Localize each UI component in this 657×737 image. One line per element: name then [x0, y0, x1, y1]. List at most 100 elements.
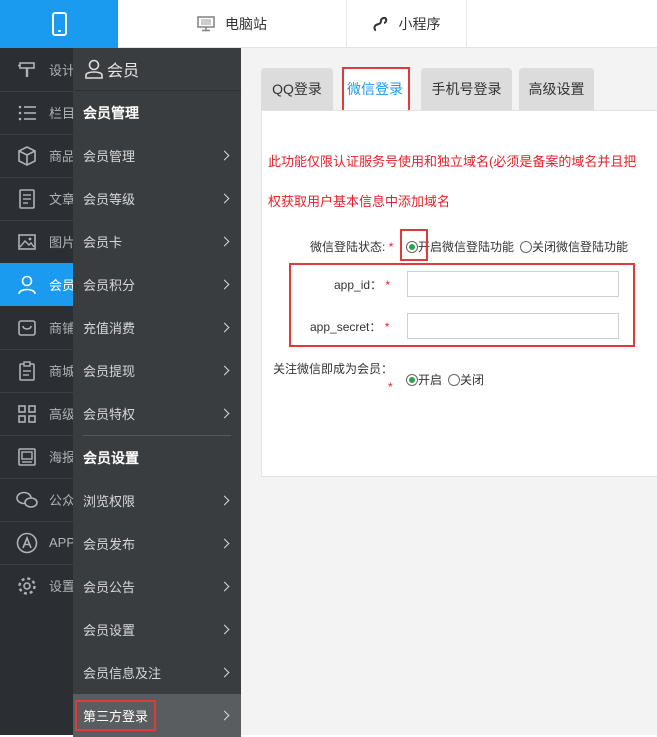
user-icon [16, 274, 38, 296]
rail-item-advanced[interactable]: 高级 [0, 392, 73, 435]
rail-item-shop[interactable]: 商铺 [0, 306, 73, 349]
rail-item-app[interactable]: APP [0, 521, 73, 564]
rail-item-article[interactable]: 文章 [0, 177, 73, 220]
mini-program-icon [373, 16, 387, 31]
chevron-right-icon [219, 150, 230, 161]
menu-title: 会员 [107, 63, 140, 80]
menu-item-recharge[interactable]: 充值消费 [73, 306, 241, 349]
rail-item-member[interactable]: 会员 [0, 263, 73, 306]
rail-label: 高级 [49, 407, 73, 422]
app-secret-label: app_secret： * [310, 320, 390, 334]
content-area: QQ登录 微信登录 手机号登录 高级设置 此功能仅限认证服务号使用和独立域名(必… [241, 48, 657, 735]
menu-item-member-info[interactable]: 会员信息及注 [73, 651, 241, 694]
chevron-right-icon [219, 279, 230, 290]
menu-group-member-settings: 会员设置 [83, 449, 139, 466]
follow-on-option[interactable]: 开启 [406, 371, 442, 388]
rail-label: 文章 [49, 192, 73, 207]
wechat-icon [16, 489, 38, 511]
tab-advanced-settings[interactable]: 高级设置 [519, 68, 594, 110]
image-icon [16, 231, 38, 253]
menu-item-third-party-login[interactable]: 第三方登录 [73, 694, 241, 737]
chevron-right-icon [219, 667, 230, 678]
rail-label: 栏目 [49, 106, 73, 121]
box-icon [16, 145, 38, 167]
rail-label: 图片 [49, 235, 73, 250]
chevron-right-icon [219, 624, 230, 635]
menu-item-member-level[interactable]: 会员等级 [73, 177, 241, 220]
gear-icon [16, 575, 38, 597]
icon-rail: 设计 栏目 商品 文章 图片 会员 商铺 商城 高级 海报 公众 APP 设置 [0, 48, 73, 735]
menu-item-member-publish[interactable]: 会员发布 [73, 522, 241, 565]
rail-label: APP [49, 535, 73, 550]
menu-item-member-settings[interactable]: 会员设置 [73, 608, 241, 651]
rail-item-wechat[interactable]: 公众 [0, 478, 73, 521]
menu-item-member-card[interactable]: 会员卡 [73, 220, 241, 263]
tab-wechat-login[interactable]: 微信登录 [342, 68, 408, 110]
menu-header: 会员 [73, 48, 241, 91]
rail-item-design[interactable]: 设计 [0, 48, 73, 91]
shop-icon [16, 317, 38, 339]
chevron-right-icon [219, 236, 230, 247]
chevron-right-icon [219, 538, 230, 549]
pc-site-label: 电脑站 [225, 16, 267, 32]
menu-item-member-notice[interactable]: 会员公告 [73, 565, 241, 608]
top-bar: 电脑站 小程序 [0, 0, 657, 48]
app-id-input[interactable] [407, 271, 619, 297]
grid-icon [16, 403, 38, 425]
login-status-label: 微信登陆状态: * [310, 240, 394, 254]
mini-program-label: 小程序 [398, 16, 441, 32]
chevron-right-icon [219, 581, 230, 592]
chevron-right-icon [219, 710, 230, 721]
article-icon [16, 188, 38, 210]
rail-label: 商城 [49, 364, 73, 379]
mobile-site-tab[interactable] [0, 0, 118, 48]
rail-item-goods[interactable]: 商品 [0, 134, 73, 177]
follow-off-option[interactable]: 关闭 [448, 371, 484, 388]
clipboard-icon [16, 360, 38, 382]
follow-required-mark: * [388, 380, 393, 394]
rail-item-settings[interactable]: 设置 [0, 564, 73, 607]
rail-label: 海报 [49, 450, 73, 465]
app-icon [16, 532, 38, 554]
pc-site-tab[interactable]: 电脑站 [118, 0, 347, 48]
menu-item-withdraw[interactable]: 会员提现 [73, 349, 241, 392]
chevron-right-icon [219, 495, 230, 506]
user-icon [85, 59, 103, 79]
chevron-right-icon [219, 408, 230, 419]
warning-text-line1: 此功能仅限认证服务号使用和独立域名(必须是备案的域名并且把 [268, 154, 637, 169]
radio-follow-off[interactable] [448, 374, 460, 386]
rail-label: 会员 [49, 278, 73, 293]
menu-item-privilege[interactable]: 会员特权 [73, 392, 241, 435]
login-on-option[interactable]: 开启微信登陆功能 [406, 238, 514, 255]
menu-item-member-points[interactable]: 会员积分 [73, 263, 241, 306]
list-icon [16, 102, 38, 124]
phone-icon [51, 12, 67, 36]
app-secret-input[interactable] [407, 313, 619, 339]
radio-login-off[interactable] [520, 241, 532, 253]
menu-item-browse-permission[interactable]: 浏览权限 [73, 479, 241, 522]
radio-follow-on[interactable] [406, 374, 418, 386]
login-off-option[interactable]: 关闭微信登陆功能 [520, 238, 628, 255]
design-icon [16, 59, 38, 81]
rail-item-column[interactable]: 栏目 [0, 91, 73, 134]
wechat-login-panel: 此功能仅限认证服务号使用和独立域名(必须是备案的域名并且把 权获取用户基本信息中… [261, 110, 657, 477]
chevron-right-icon [219, 365, 230, 376]
mini-program-tab[interactable]: 小程序 [347, 0, 467, 48]
menu-item-member-manage[interactable]: 会员管理 [73, 134, 241, 177]
poster-icon [16, 446, 38, 468]
tab-phone-login[interactable]: 手机号登录 [421, 68, 512, 110]
warning-text-line2: 权获取用户基本信息中添加域名 [268, 194, 451, 209]
radio-login-on[interactable] [406, 241, 418, 253]
chevron-right-icon [219, 322, 230, 333]
rail-item-image[interactable]: 图片 [0, 220, 73, 263]
tab-qq-login[interactable]: QQ登录 [261, 68, 333, 110]
rail-label: 设计 [49, 63, 73, 78]
rail-label: 商铺 [49, 321, 73, 336]
monitor-icon [197, 16, 215, 32]
menu-group-member-manage: 会员管理 [83, 104, 139, 121]
member-menu: 会员 会员管理 会员管理 会员等级 会员卡 会员积分 充值消费 会员提现 会员特… [73, 48, 241, 737]
rail-item-poster[interactable]: 海报 [0, 435, 73, 478]
app-id-label: app_id： * [334, 278, 391, 292]
follow-member-label: 关注微信即成为会员： [273, 362, 394, 376]
rail-item-mall[interactable]: 商城 [0, 349, 73, 392]
